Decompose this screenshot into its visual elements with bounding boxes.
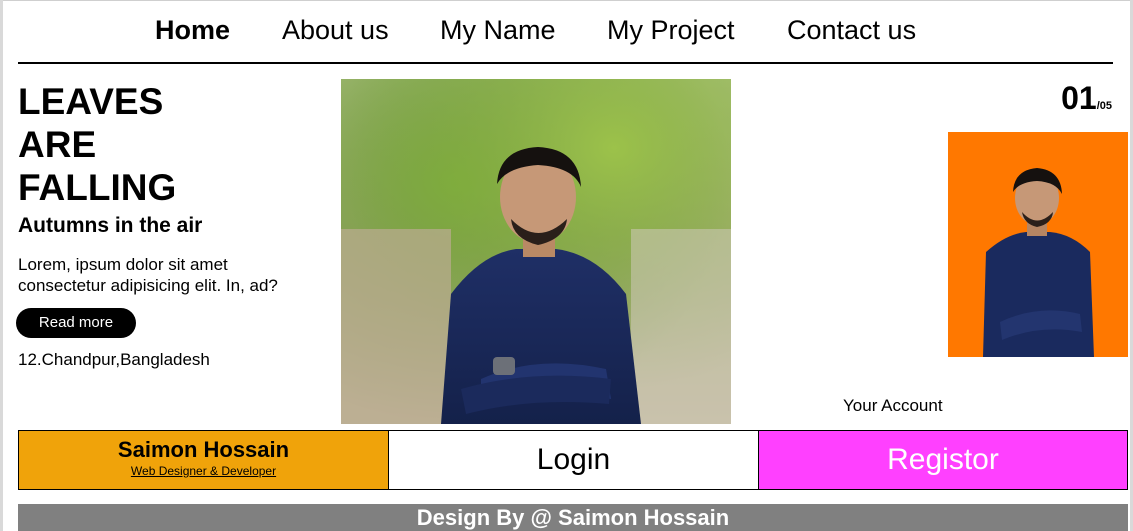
address-text: 12.Chandpur,Bangladesh: [18, 350, 210, 369]
slide-counter-current: 01: [1061, 80, 1097, 116]
nav-about-link[interactable]: About us: [282, 15, 389, 46]
hero-subtitle: Autumns in the air: [18, 214, 203, 237]
side-portrait-photo: [948, 132, 1128, 357]
profile-name-box: Saimon Hossain Web Designer & Developer: [18, 430, 389, 490]
main-portrait-photo: [341, 79, 731, 424]
profile-name: Saimon Hossain: [117, 437, 290, 462]
read-more-button[interactable]: Read more: [16, 308, 136, 338]
hero-title-line-2: ARE: [18, 124, 97, 165]
hero-title-line-3: FALLING: [18, 167, 177, 208]
left-scroll-gutter: [0, 0, 3, 531]
hero-title: LEAVES ARE FALLING: [18, 80, 318, 209]
your-account-label: Your Account: [843, 396, 943, 415]
footer-credit: Design By @ Saimon Hossain: [18, 504, 1128, 531]
nav-my-name-link[interactable]: My Name: [440, 15, 556, 46]
register-button[interactable]: Registor: [758, 430, 1128, 490]
nav-contact-link[interactable]: Contact us: [787, 15, 916, 46]
slide-counter-total: /05: [1096, 100, 1112, 112]
main-navigation: Home About us My Name My Project Contact…: [18, 0, 1113, 64]
profile-role-link[interactable]: Web Designer & Developer: [19, 464, 388, 478]
hero-description: Lorem, ipsum dolor sit amet consectetur …: [18, 255, 278, 295]
nav-home-link[interactable]: Home: [155, 15, 230, 46]
login-button[interactable]: Login: [388, 430, 759, 490]
slide-counter: 01/05: [1061, 80, 1112, 117]
hero-title-line-1: LEAVES: [18, 81, 164, 122]
nav-my-project-link[interactable]: My Project: [607, 15, 735, 46]
